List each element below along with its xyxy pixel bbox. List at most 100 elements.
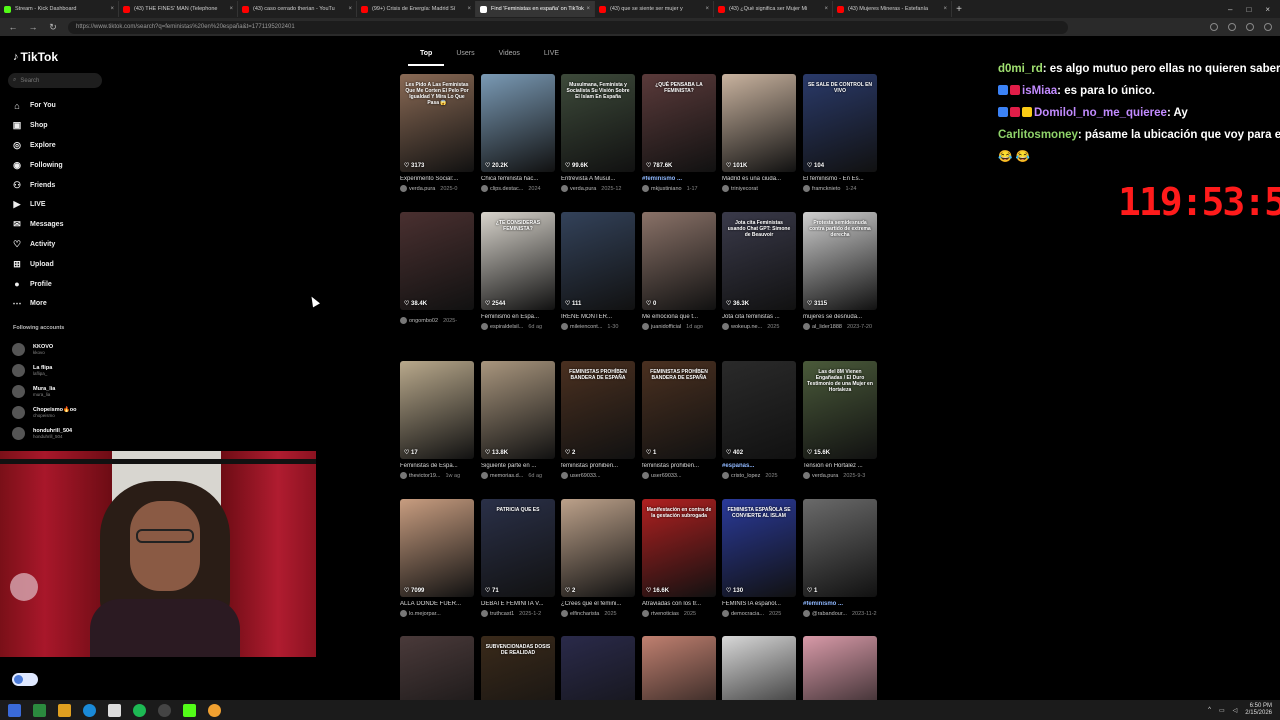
video-thumbnail[interactable]: ♡ 402: [722, 361, 796, 459]
video-author[interactable]: triniyecorat: [722, 185, 796, 192]
browser-tab[interactable]: (43) ¿Qué significa ser Mujer Mi ×: [714, 1, 833, 17]
app-icon[interactable]: [33, 703, 46, 717]
video-thumbnail[interactable]: SE SALE DE CONTROL EN VIVO ♡ 104: [803, 74, 877, 172]
video-author[interactable]: al_lider1888 2023-7-20: [803, 323, 877, 330]
video-author[interactable]: ongombo02 2025-: [400, 317, 474, 324]
video-thumbnail[interactable]: Jota cita Feministas usando Chat GPT: Si…: [722, 212, 796, 310]
browser-tab[interactable]: Stream - Kick Dashboard ×: [0, 1, 119, 17]
video-card[interactable]: ♡ 7099 ALLÁ DONDE FUER... lo.mejorpar...: [400, 499, 474, 617]
video-author[interactable]: clips.destac... 2024: [481, 185, 555, 192]
sidebar-item-friends[interactable]: ⚇ Friends: [12, 175, 112, 195]
video-description[interactable]: FEMINISTA español...: [722, 601, 796, 607]
extension-icon[interactable]: [1210, 23, 1218, 31]
sidebar-item-activity[interactable]: ♡ Activity: [12, 235, 112, 255]
video-description[interactable]: ALLÁ DONDE FUER...: [400, 601, 474, 607]
close-window-icon[interactable]: ×: [1265, 5, 1270, 14]
obs-icon[interactable]: [158, 703, 171, 717]
video-description[interactable]: ¿Crees que el femini...: [561, 601, 635, 607]
close-icon[interactable]: ×: [467, 6, 471, 12]
following-account[interactable]: KKOVO kkovo: [12, 339, 77, 360]
video-author[interactable]: juanidofficial 1d ago: [642, 323, 716, 330]
new-tab-button[interactable]: +: [952, 4, 966, 15]
video-card[interactable]: FEMINISTAS PROHÍBEN BANDERA DE ESPAÑA ♡ 2…: [561, 361, 635, 479]
tab-top[interactable]: Top: [408, 46, 445, 66]
tab-videos[interactable]: Videos: [487, 46, 532, 66]
video-thumbnail[interactable]: Manifestación en contra de la gestación …: [642, 499, 716, 597]
sidebar-item-profile[interactable]: ● Profile: [12, 274, 112, 294]
video-author[interactable]: democracia... 2025: [722, 610, 796, 617]
video-card[interactable]: Les Pido A Las Feministas Que Me Corten …: [400, 74, 474, 192]
video-author[interactable]: @rabandour... 2023-11-21: [803, 610, 877, 617]
video-author[interactable]: verda.pura 2025-9-3: [803, 472, 877, 479]
sidebar-item-more[interactable]: ⋯ More: [12, 294, 112, 314]
video-description[interactable]: Chica feminista hac...: [481, 176, 555, 182]
close-icon[interactable]: ×: [943, 6, 947, 12]
video-card[interactable]: PATRICIA QUE ES ♡ 71 DEBATE FEMINITA V... t…: [481, 499, 555, 617]
sidebar-item-shop[interactable]: ▣ Shop: [12, 116, 112, 136]
video-card[interactable]: Jota cita Feministas usando Chat GPT: Si…: [722, 212, 796, 330]
video-description[interactable]: Madrid es una ciuda...: [722, 176, 796, 182]
video-description[interactable]: feministas prohiben...: [561, 463, 635, 469]
video-description[interactable]: Feminismo en Espa...: [481, 314, 555, 320]
close-icon[interactable]: ×: [229, 6, 233, 12]
video-author[interactable]: lo.mejorpar...: [400, 610, 474, 617]
close-icon[interactable]: ×: [824, 6, 828, 12]
browser-tab[interactable]: (99+) Crisis de Energía: Madrid Sí ×: [357, 1, 476, 17]
video-author[interactable]: mileiencont... 1-30: [561, 323, 635, 330]
video-card[interactable]: Las del 8M Vienen Engañadas / El Duro Te…: [803, 361, 877, 479]
video-author[interactable]: memorias.d... 6d ag: [481, 472, 555, 479]
video-thumbnail[interactable]: FEMINISTAS PROHÍBEN BANDERA DE ESPAÑA ♡ 2: [561, 361, 635, 459]
sidebar-item-for-you[interactable]: ⌂ For You: [12, 96, 112, 116]
video-thumbnail[interactable]: ♡ 101K: [722, 74, 796, 172]
video-thumbnail[interactable]: ♡ 0: [642, 212, 716, 310]
minimize-icon[interactable]: –: [1228, 5, 1232, 14]
video-thumbnail[interactable]: ♡ 20.2K: [481, 74, 555, 172]
video-author[interactable]: truthcast1 2025-1-2: [481, 610, 555, 617]
search-input[interactable]: ⌕ Search: [8, 73, 102, 88]
tiktok-logo[interactable]: ♪ TikTok: [13, 50, 58, 64]
sidebar-item-explore[interactable]: ◎ Explore: [12, 136, 112, 156]
video-thumbnail[interactable]: Musulmana, Feminista y Socialista Su Vis…: [561, 74, 635, 172]
video-author[interactable]: espiraldelsil... 6d ag: [481, 323, 555, 330]
volume-icon[interactable]: ◁: [1233, 707, 1238, 714]
close-icon[interactable]: ×: [110, 6, 114, 12]
browser-tab[interactable]: Find 'Feministas en españa' on TikTok ×: [476, 1, 595, 17]
video-card[interactable]: ♡ 17 Feministas de Espa... thevictor19... 1…: [400, 361, 474, 479]
video-author[interactable]: thevictor19... 1w ag: [400, 472, 474, 479]
browser-tab[interactable]: (43) Mujeres Mineras - Estefanía ×: [833, 1, 952, 17]
sidebar-item-upload[interactable]: ⊞ Upload: [12, 254, 112, 274]
video-card[interactable]: ♡ 402 #españas... cristo_lopez 2025: [722, 361, 796, 479]
video-thumbnail[interactable]: FEMINISTA ESPAÑOLA SE CONVIERTE AL ISLAM…: [722, 499, 796, 597]
video-description[interactable]: feministas prohiben...: [642, 463, 716, 469]
video-thumbnail[interactable]: ♡ 38.4K: [400, 212, 474, 310]
video-card[interactable]: Musulmana, Feminista y Socialista Su Vis…: [561, 74, 635, 192]
video-description[interactable]: IRENE MONTER...: [561, 314, 635, 320]
video-card[interactable]: ♡ 38.4K ongombo02 2025-: [400, 212, 474, 324]
video-thumbnail[interactable]: ♡ 2: [561, 499, 635, 597]
video-card[interactable]: Protesta semidesnuda contra partido de e…: [803, 212, 877, 330]
video-thumbnail[interactable]: ♡ 13.8K: [481, 361, 555, 459]
tab-live[interactable]: LIVE: [532, 46, 571, 66]
video-author[interactable]: verda.pura 2025-0: [400, 185, 474, 192]
video-description[interactable]: Entrevista A Musul...: [561, 176, 635, 182]
edge-icon[interactable]: [83, 703, 96, 717]
video-description[interactable]: #feminismo ...: [642, 176, 716, 182]
video-description[interactable]: Siguiente parte en ...: [481, 463, 555, 469]
video-author[interactable]: user69033...: [642, 472, 716, 479]
browser-tab[interactable]: (43) caso cerrado therian - YouTu ×: [238, 1, 357, 17]
start-icon[interactable]: [8, 703, 21, 717]
video-description[interactable]: mujeres se desnuda...: [803, 314, 877, 320]
forward-icon[interactable]: →: [28, 22, 38, 32]
video-card[interactable]: ♡ 2 ¿Crees que el femini... elfincharista 2…: [561, 499, 635, 617]
video-card[interactable]: ♡ 1 #feminismo ... @rabandour... 2023-11-21: [803, 499, 877, 617]
following-account[interactable]: Chopeismo🔥oo chopeismo: [12, 402, 77, 423]
following-account[interactable]: La flipa laflipa_: [12, 360, 77, 381]
video-thumbnail[interactable]: Las del 8M Vienen Engañadas / El Duro Te…: [803, 361, 877, 459]
url-input[interactable]: https://www.tiktok.com/search?q=feminist…: [68, 20, 1068, 34]
video-card[interactable]: Manifestación en contra de la gestación …: [642, 499, 716, 617]
video-card[interactable]: ♡ 20.2K Chica feminista hac... clips.desta…: [481, 74, 555, 192]
chevron-up-icon[interactable]: ^: [1208, 707, 1211, 713]
video-description[interactable]: El feminismo - En Es...: [803, 176, 877, 182]
video-card[interactable]: ¿QUÉ PENSABA LA FEMINISTA? ♡ 787.6K #femin…: [642, 74, 716, 192]
video-card[interactable]: FEMINISTAS PROHÍBEN BANDERA DE ESPAÑA ♡ 1…: [642, 361, 716, 479]
